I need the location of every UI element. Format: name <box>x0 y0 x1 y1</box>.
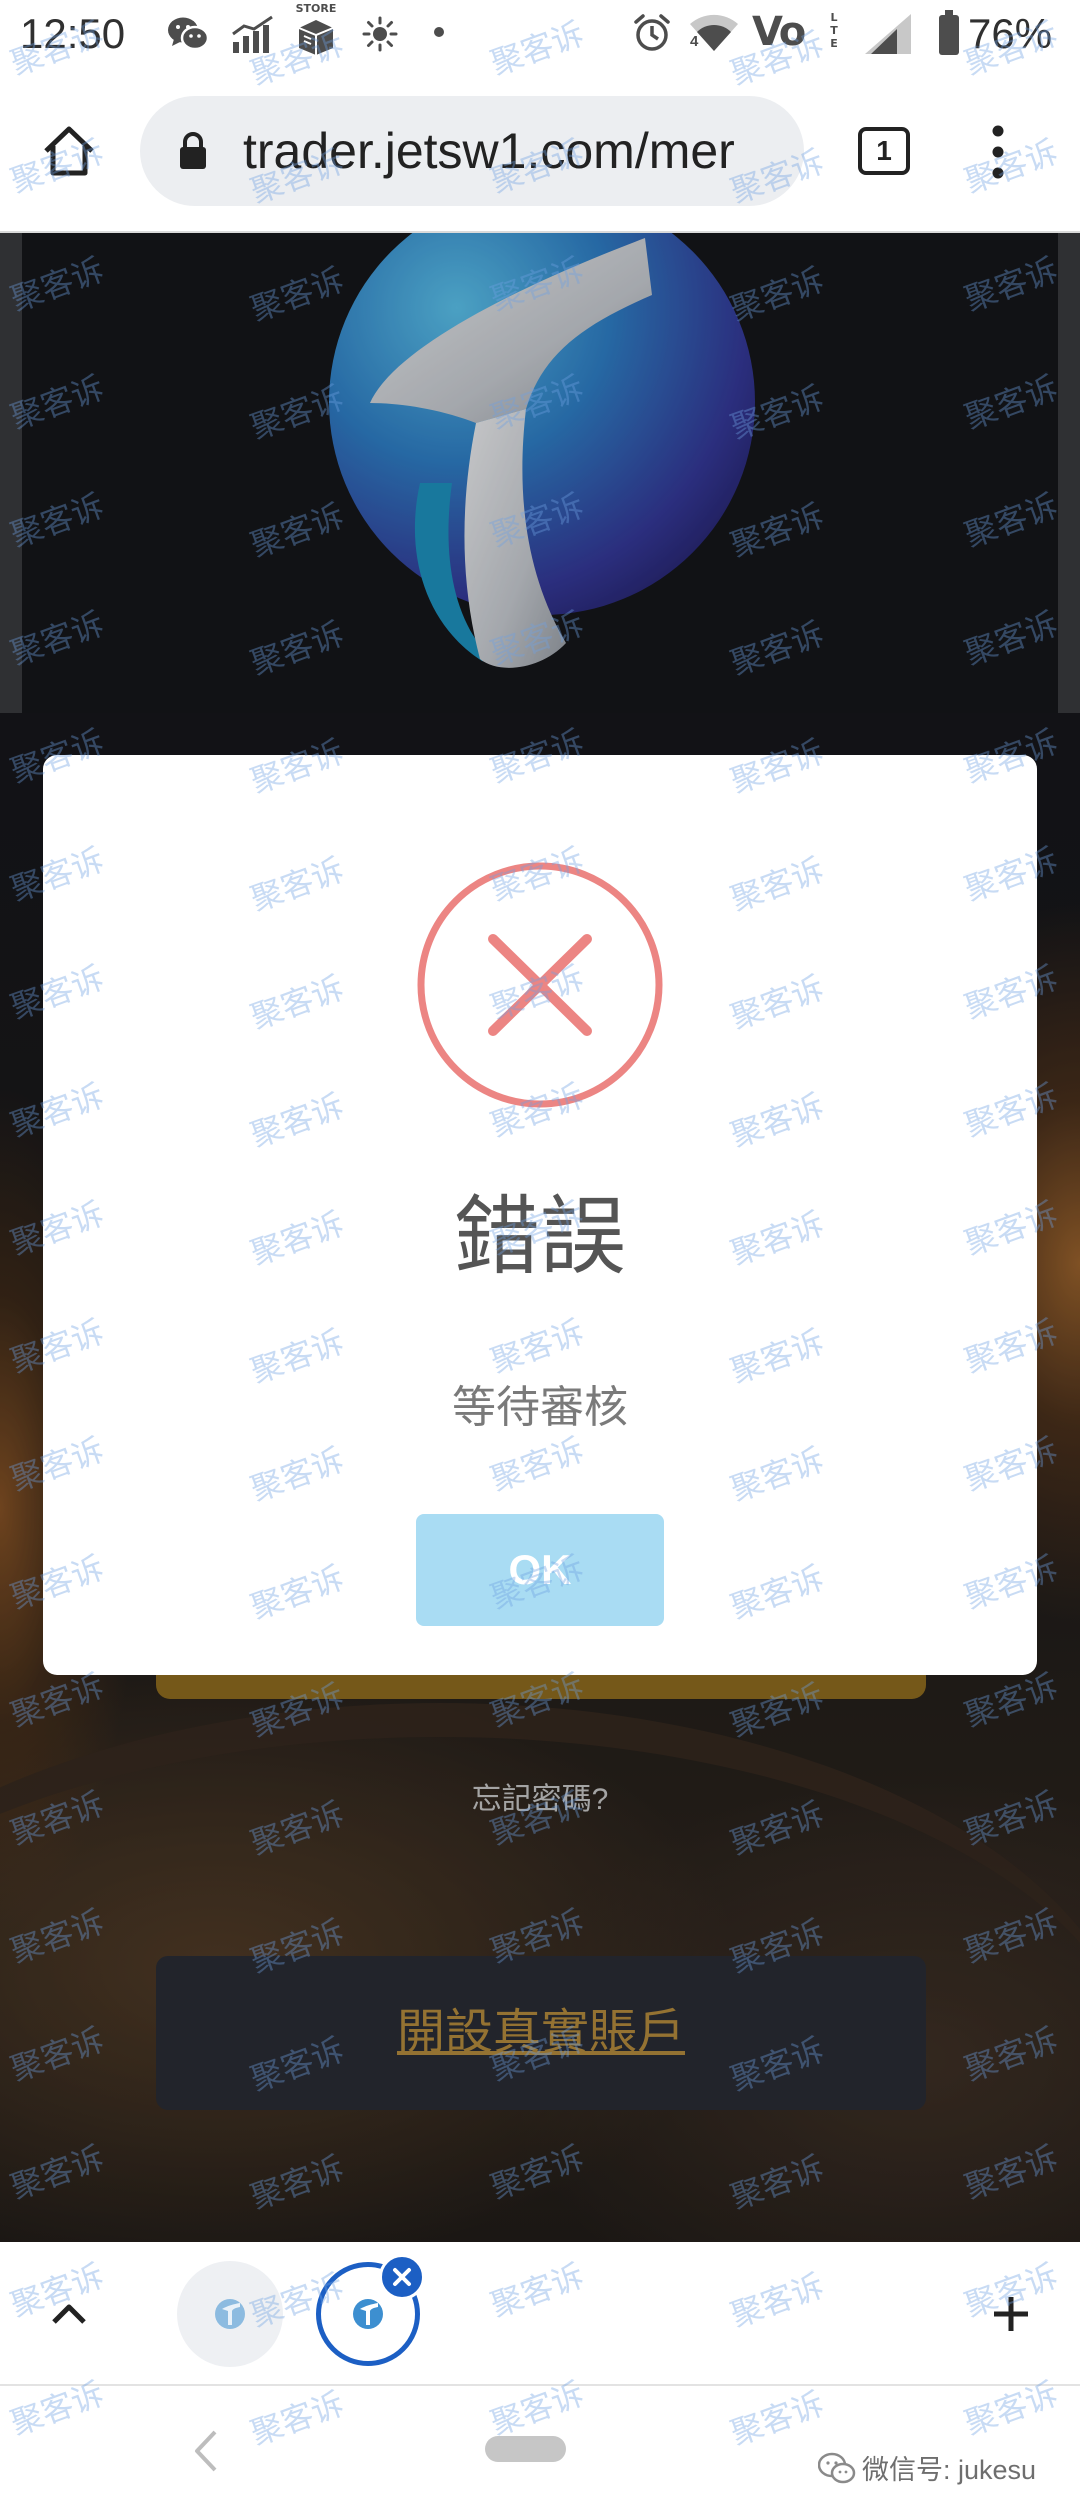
tab-thumbnail[interactable] <box>177 2261 283 2367</box>
chevron-up-icon[interactable] <box>50 2302 88 2326</box>
lock-icon <box>180 132 206 169</box>
more-vert-icon[interactable] <box>990 124 1006 180</box>
close-icon <box>393 2268 411 2286</box>
alarm-icon <box>634 14 670 51</box>
tab-switcher-button[interactable]: 1 <box>858 127 910 175</box>
tab-strip <box>0 2242 1080 2384</box>
wechat-icon <box>168 17 209 51</box>
wechat-icon <box>818 2452 856 2484</box>
back-icon[interactable] <box>192 2428 220 2474</box>
stats-icon <box>232 15 273 53</box>
dot-icon <box>434 27 444 37</box>
battery-icon <box>939 10 959 55</box>
status-time: 12:50 <box>20 10 126 57</box>
ok-button[interactable]: OK <box>416 1514 664 1626</box>
brightness-icon <box>362 16 398 52</box>
volte-label: Vo <box>752 9 806 55</box>
lte-label: LTE <box>830 11 838 50</box>
store-icon: STORE <box>294 3 338 61</box>
status-bar: 12:50 STORE 4 Vo LTE 76% <box>0 0 1080 68</box>
phone-screen: 12:50 STORE 4 Vo LTE 76% trader.jetsw1.c… <box>0 0 1080 2520</box>
error-x-icon <box>417 862 663 1108</box>
dialog-title: 錯誤 <box>454 1189 626 1285</box>
error-dialog: 錯誤 等待審核 OK <box>43 755 1037 1675</box>
wechat-id-label: 微信号: jukesu <box>862 2455 1037 2485</box>
web-page: 忘記密碼? 開設真實賬戶 錯誤 等待審核 OK <box>0 233 1080 2242</box>
home-pill[interactable] <box>485 2436 566 2462</box>
close-tab-button[interactable] <box>379 2254 425 2300</box>
signal-icon <box>865 14 911 54</box>
battery-percent: 76% <box>968 10 1053 57</box>
home-icon[interactable] <box>41 123 97 179</box>
store-icon-label: STORE <box>295 2 337 15</box>
wifi-network-badge: 4 <box>690 33 699 50</box>
url-text: trader.jetsw1.com/mer <box>243 123 735 179</box>
site-favicon-icon <box>215 2299 245 2329</box>
browser-toolbar: trader.jetsw1.com/mer 1 <box>0 68 1080 233</box>
site-favicon-icon <box>353 2299 383 2329</box>
address-bar[interactable]: trader.jetsw1.com/mer <box>140 96 804 206</box>
plus-icon[interactable] <box>991 2294 1031 2334</box>
system-nav-bar: 微信号: jukesu <box>0 2384 1080 2520</box>
dialog-message: 等待審核 <box>452 1383 628 1432</box>
